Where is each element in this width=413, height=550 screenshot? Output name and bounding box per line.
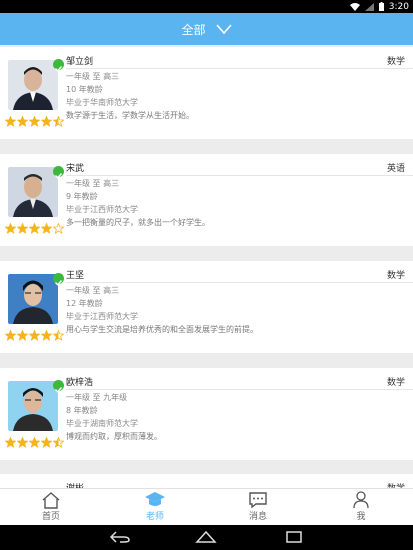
divider [66, 282, 413, 283]
teacher-subject: 英语 [386, 164, 405, 174]
teacher-school: 毕业于江西师范大学 [66, 205, 138, 214]
star-icon [29, 330, 40, 341]
bottom-tab-bar: 首页 老师 消息 我 [0, 488, 413, 525]
tab-label: 首页 [41, 512, 60, 522]
teacher-list[interactable]: 邹立剑 数学 一年级 至 高三 10 年教龄 毕业于华南师范大学 数学源于生活，… [0, 45, 413, 488]
teacher-avatar [8, 381, 58, 431]
divider [66, 389, 413, 390]
rating-stars [5, 223, 64, 234]
rating-stars [5, 330, 64, 341]
star-icon [17, 437, 28, 448]
chevron-down-icon [215, 24, 232, 35]
star-icon [29, 223, 40, 234]
teacher-motto: 数学源于生活，学数学从生活开始。 [66, 111, 194, 120]
graduation-cap-icon [145, 492, 165, 506]
filter-header[interactable]: 全部 [0, 13, 413, 45]
star-icon [17, 223, 28, 234]
verified-icon [53, 380, 64, 393]
star-icon [5, 330, 16, 341]
rating-stars [5, 437, 64, 448]
star-icon [41, 330, 52, 341]
star-icon [5, 437, 16, 448]
star-icon [41, 437, 52, 448]
star-icon [41, 116, 52, 127]
teacher-card[interactable]: 欧梓浩 数学 一年级 至 九年级 8 年教龄 毕业于湖南师范大学 博观而约取，厚… [0, 368, 413, 460]
teacher-years: 9 年教龄 [66, 192, 98, 201]
system-nav-bar [0, 525, 413, 550]
star-icon [17, 116, 28, 127]
teacher-name: 欧梓浩 [66, 378, 94, 388]
teacher-school: 毕业于华南师范大学 [66, 98, 138, 107]
teacher-motto: 用心与学生交流是培养优秀的和全面发展学生的前提。 [66, 325, 258, 334]
teacher-grades: 一年级 至 高三 [66, 72, 120, 81]
star-icon [53, 116, 64, 127]
teacher-name: 谢彬 [66, 481, 84, 488]
star-icon [29, 116, 40, 127]
tab-label: 老师 [145, 512, 164, 522]
star-icon [17, 330, 28, 341]
message-icon [249, 492, 267, 509]
rating-stars [5, 116, 64, 127]
star-icon [53, 223, 64, 234]
signal-icon [364, 2, 374, 11]
verified-icon [53, 166, 64, 179]
verified-icon [53, 59, 64, 72]
teacher-name: 宋武 [66, 164, 85, 174]
teacher-avatar [8, 167, 58, 217]
teacher-card[interactable]: 宋武 英语 一年级 至 高三 9 年教龄 毕业于江西师范大学 多一把衡量的尺子，… [0, 154, 413, 246]
teacher-card[interactable]: 邹立剑 数学 一年级 至 高三 10 年教龄 毕业于华南师范大学 数学源于生活，… [0, 47, 413, 139]
tab-teachers[interactable]: 老师 [130, 491, 180, 525]
tab-label: 我 [356, 512, 366, 522]
divider [66, 175, 413, 176]
tab-label: 消息 [248, 512, 267, 522]
tab-me[interactable]: 我 [336, 491, 386, 525]
verified-icon [53, 273, 64, 286]
teacher-motto: 博观而约取，厚积而薄发。 [66, 432, 162, 441]
wifi-icon [349, 2, 360, 11]
star-icon [5, 223, 16, 234]
home-nav-icon[interactable] [194, 529, 218, 545]
status-time: 3:20 [388, 1, 409, 12]
star-icon [53, 437, 64, 448]
teacher-years: 10 年教龄 [66, 85, 103, 94]
tab-messages[interactable]: 消息 [233, 491, 283, 525]
star-icon [5, 116, 16, 127]
teacher-school: 毕业于江西师范大学 [66, 312, 138, 321]
recent-apps-icon[interactable] [282, 529, 306, 545]
teacher-subject: 数学 [386, 57, 405, 67]
teacher-grades: 一年级 至 高三 [66, 179, 120, 188]
teacher-avatar [8, 274, 58, 324]
teacher-motto: 多一把衡量的尺子，就多出一个好学生。 [66, 218, 210, 227]
status-bar: 3:20 [0, 0, 413, 13]
home-icon [42, 492, 60, 509]
teacher-card[interactable]: 王坚 数学 一年级 至 高三 12 年教龄 毕业于江西师范大学 用心与学生交流是… [0, 261, 413, 353]
star-icon [41, 223, 52, 234]
teacher-grades: 一年级 至 高三 [66, 286, 120, 295]
teacher-name: 王坚 [66, 271, 85, 281]
filter-title: 全部 [181, 22, 206, 37]
person-icon [353, 491, 369, 509]
divider [66, 68, 413, 69]
tab-home[interactable]: 首页 [26, 491, 76, 525]
teacher-school: 毕业于湖南师范大学 [66, 419, 138, 428]
teacher-grades: 一年级 至 九年级 [66, 393, 128, 402]
teacher-subject: 数学 [386, 378, 405, 388]
back-icon[interactable] [108, 529, 132, 545]
teacher-subject: 数学 [387, 481, 405, 488]
teacher-years: 12 年教龄 [66, 299, 103, 308]
teacher-card[interactable]: 谢彬 数学 [0, 474, 413, 488]
teacher-years: 8 年教龄 [66, 406, 98, 415]
teacher-avatar [8, 60, 58, 110]
teacher-subject: 数学 [386, 271, 405, 281]
star-icon [53, 330, 64, 341]
teacher-name: 邹立剑 [66, 57, 94, 67]
battery-icon [378, 2, 384, 11]
star-icon [29, 437, 40, 448]
